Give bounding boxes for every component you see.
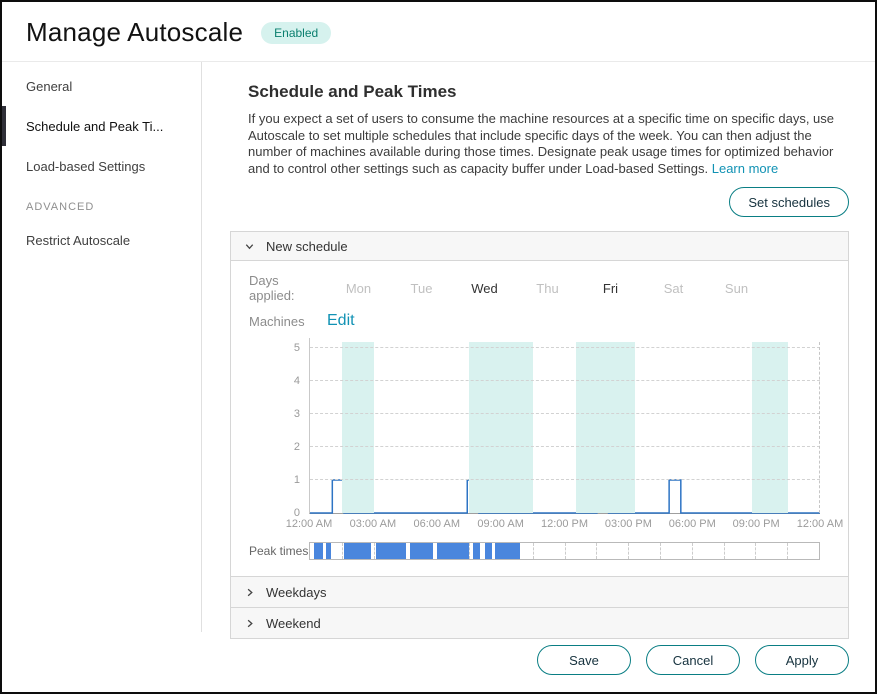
day-wed: Wed bbox=[453, 281, 516, 296]
grid-line bbox=[310, 446, 820, 447]
peak-segment bbox=[473, 543, 479, 559]
peak-bar-tick bbox=[596, 543, 597, 559]
grid-line bbox=[310, 347, 820, 348]
days-applied-label: Days applied: bbox=[249, 273, 327, 303]
cancel-button[interactable]: Cancel bbox=[646, 645, 740, 675]
set-schedules-button[interactable]: Set schedules bbox=[729, 187, 849, 217]
day-tue: Tue bbox=[390, 281, 453, 296]
new-schedule-content: Days applied: MonTueWedThuFriSatSun Mach… bbox=[231, 261, 848, 576]
page-title: Manage Autoscale bbox=[26, 17, 243, 48]
edit-machines-link[interactable]: Edit bbox=[327, 312, 355, 330]
x-tick-label: 06:00 PM bbox=[669, 518, 716, 530]
day-mon: Mon bbox=[327, 281, 390, 296]
apply-button[interactable]: Apply bbox=[755, 645, 849, 675]
peak-segment bbox=[410, 543, 433, 559]
peak-bar-tick bbox=[787, 543, 788, 559]
day-sat: Sat bbox=[642, 281, 705, 296]
peak-bar-tick bbox=[755, 543, 756, 559]
x-tick-label: 09:00 PM bbox=[733, 518, 780, 530]
peak-segment bbox=[437, 543, 469, 559]
day-sun: Sun bbox=[705, 281, 768, 296]
days-applied-list: MonTueWedThuFriSatSun bbox=[327, 281, 768, 296]
y-tick-label: 1 bbox=[294, 474, 300, 486]
peak-bar-tick bbox=[533, 543, 534, 559]
x-tick-label: 03:00 PM bbox=[605, 518, 652, 530]
peak-segment bbox=[376, 543, 407, 559]
weekdays-section-header[interactable]: Weekdays bbox=[231, 576, 848, 607]
schedule-chart-plot: 012345 bbox=[309, 338, 820, 514]
peak-bar-tick bbox=[469, 543, 470, 559]
header: Manage Autoscale Enabled bbox=[2, 2, 875, 62]
x-tick-label: 12:00 AM bbox=[286, 518, 332, 530]
peak-band bbox=[469, 342, 533, 513]
sidebar-item-load-based-settings[interactable]: Load-based Settings bbox=[2, 146, 201, 186]
grid-line bbox=[310, 413, 820, 414]
x-tick-label: 12:00 AM bbox=[797, 518, 843, 530]
sidebar-item-restrict-autoscale[interactable]: Restrict Autoscale bbox=[2, 220, 201, 260]
day-fri: Fri bbox=[579, 281, 642, 296]
main-panel: Schedule and Peak Times If you expect a … bbox=[202, 62, 875, 632]
status-badge: Enabled bbox=[261, 22, 331, 44]
machines-row: Machines Edit bbox=[249, 312, 830, 330]
grid-line bbox=[310, 479, 820, 480]
chart-x-labels: 12:00 AM03:00 AM06:00 AM09:00 AM12:00 PM… bbox=[309, 518, 820, 533]
peak-bar-tick bbox=[565, 543, 566, 559]
new-schedule-label: New schedule bbox=[266, 239, 348, 254]
peak-bar-tick bbox=[374, 543, 375, 559]
new-schedule-header[interactable]: New schedule bbox=[231, 232, 848, 261]
machines-label: Machines bbox=[249, 314, 327, 329]
y-tick-label: 4 bbox=[294, 375, 300, 387]
weekend-label: Weekend bbox=[266, 616, 321, 631]
chart-right-edge bbox=[819, 342, 820, 513]
peak-bar-tick bbox=[342, 543, 343, 559]
peak-times-bar bbox=[309, 542, 820, 560]
peak-bar-tick bbox=[724, 543, 725, 559]
peak-segment bbox=[495, 543, 520, 559]
peak-bar-tick bbox=[660, 543, 661, 559]
sidebar-item-general[interactable]: General bbox=[2, 66, 201, 106]
section-title: Schedule and Peak Times bbox=[248, 82, 849, 102]
peak-segment bbox=[326, 543, 331, 559]
x-tick-label: 09:00 AM bbox=[477, 518, 523, 530]
save-button[interactable]: Save bbox=[537, 645, 631, 675]
peak-bar-tick bbox=[628, 543, 629, 559]
schedules-accordion: New schedule Days applied: MonTueWedThuF… bbox=[230, 231, 849, 639]
peak-band bbox=[342, 342, 374, 513]
grid-line bbox=[310, 380, 820, 381]
chevron-right-icon bbox=[244, 587, 255, 598]
sidebar-section-advanced: ADVANCED bbox=[2, 186, 201, 220]
peak-segment bbox=[344, 543, 372, 559]
y-tick-label: 2 bbox=[294, 441, 300, 453]
machines-step-line bbox=[310, 348, 820, 513]
peak-band bbox=[576, 342, 636, 513]
day-thu: Thu bbox=[516, 281, 579, 296]
chevron-down-icon bbox=[244, 241, 255, 252]
peak-times-label: Peak times bbox=[249, 544, 309, 558]
peak-segment bbox=[314, 543, 322, 559]
section-description: If you expect a set of users to consume … bbox=[248, 111, 849, 177]
sidebar-item-schedule-and-peak-times[interactable]: Schedule and Peak Ti... bbox=[2, 106, 201, 146]
x-tick-label: 12:00 PM bbox=[541, 518, 588, 530]
footer: Save Cancel Apply bbox=[2, 632, 875, 692]
weekdays-label: Weekdays bbox=[266, 585, 326, 600]
peak-times-row: Peak times bbox=[249, 542, 820, 560]
learn-more-link[interactable]: Learn more bbox=[712, 161, 778, 176]
x-tick-label: 03:00 AM bbox=[350, 518, 396, 530]
peak-band bbox=[752, 342, 788, 513]
peak-bar-tick bbox=[692, 543, 693, 559]
peak-segment bbox=[485, 543, 492, 559]
y-tick-label: 5 bbox=[294, 342, 300, 354]
chevron-right-icon bbox=[244, 618, 255, 629]
sidebar: General Schedule and Peak Ti... Load-bas… bbox=[2, 62, 202, 632]
x-tick-label: 06:00 AM bbox=[414, 518, 460, 530]
days-applied-row: Days applied: MonTueWedThuFriSatSun bbox=[249, 273, 830, 303]
manage-autoscale-window: Manage Autoscale Enabled General Schedul… bbox=[0, 0, 877, 694]
y-tick-label: 3 bbox=[294, 408, 300, 420]
